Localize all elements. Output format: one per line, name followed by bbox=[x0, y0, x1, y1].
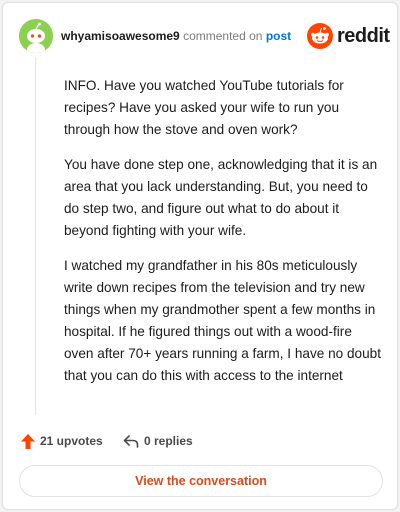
post-link[interactable]: post bbox=[266, 29, 291, 43]
view-conversation-button[interactable]: View the conversation bbox=[19, 465, 383, 497]
comment-meta: whyamisoawesome9 commented on post bbox=[61, 29, 291, 43]
comment-header: whyamisoawesome9 commented on post reddi… bbox=[19, 19, 390, 53]
thread-line bbox=[35, 57, 36, 415]
commented-on-text: commented on bbox=[183, 29, 263, 43]
reddit-logo[interactable]: reddit bbox=[307, 23, 390, 49]
reddit-logo-icon bbox=[307, 23, 333, 49]
upvote-arrow-icon bbox=[21, 433, 35, 449]
comment-body: INFO. Have you watched YouTube tutorials… bbox=[64, 75, 384, 400]
upvote-button[interactable]: 21 upvotes bbox=[21, 431, 103, 451]
reply-count: 0 replies bbox=[144, 434, 193, 448]
username[interactable]: whyamisoawesome9 bbox=[61, 29, 180, 43]
comment-paragraph: I watched my grandfather in his 80s meti… bbox=[64, 258, 382, 383]
reddit-wordmark: reddit bbox=[337, 25, 390, 47]
reply-button[interactable]: 0 replies bbox=[123, 431, 193, 451]
reply-arrow-icon bbox=[123, 435, 139, 448]
upvote-count: 21 upvotes bbox=[40, 434, 103, 448]
comment-paragraph: You have done step one, acknowledging th… bbox=[64, 157, 378, 238]
comment-card: whyamisoawesome9 commented on post reddi… bbox=[2, 2, 398, 510]
snoo-avatar-icon[interactable] bbox=[19, 19, 53, 53]
comment-paragraph: INFO. Have you watched YouTube tutorials… bbox=[64, 78, 344, 137]
